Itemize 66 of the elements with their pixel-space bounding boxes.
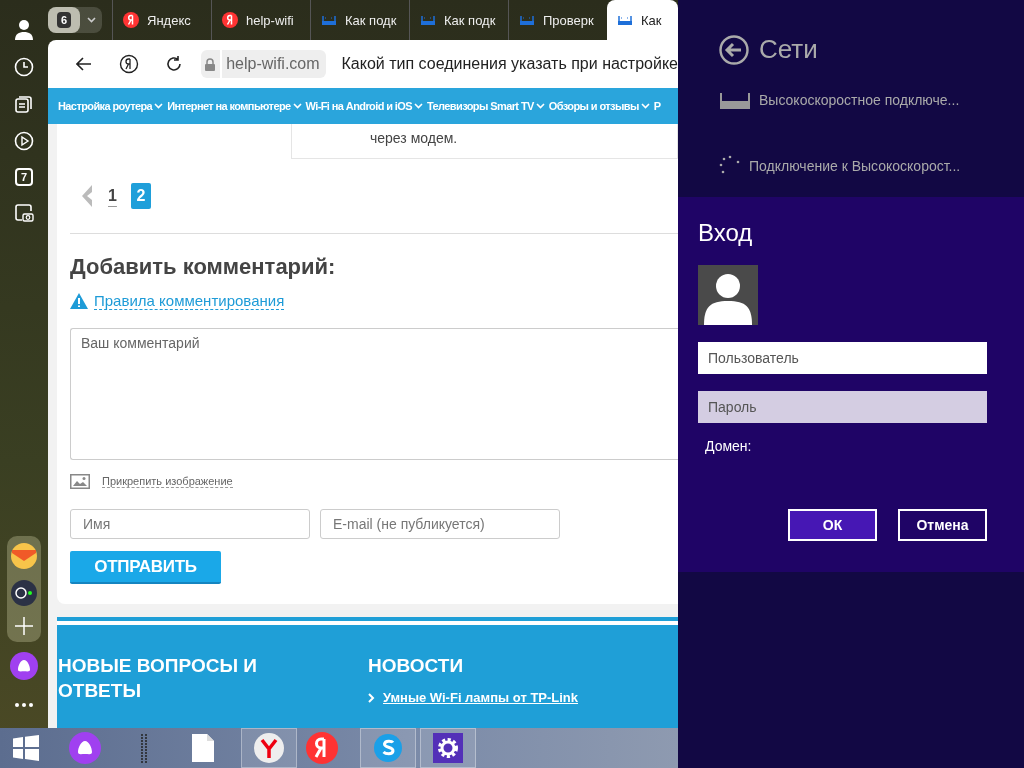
play-icon[interactable] bbox=[14, 131, 34, 151]
username-field[interactable]: Пользователь bbox=[698, 342, 987, 374]
page-link[interactable]: 1 bbox=[108, 187, 117, 205]
chevron-right-icon bbox=[368, 692, 375, 703]
lock-icon[interactable] bbox=[205, 57, 216, 71]
browser-tab[interactable]: Как bbox=[607, 0, 678, 40]
chevron-down-icon bbox=[292, 103, 302, 109]
router-icon bbox=[719, 91, 751, 109]
router-icon bbox=[519, 14, 535, 26]
chevron-down-icon bbox=[86, 17, 96, 23]
chevron-down-icon bbox=[414, 103, 423, 109]
domain-label: Домен: bbox=[705, 438, 753, 454]
skype-icon bbox=[373, 733, 403, 763]
footer-heading: НОВЫЕ ВОПРОСЫ И ОТВЕТЫ bbox=[58, 654, 258, 703]
chevron-down-icon bbox=[535, 103, 545, 109]
alice-icon[interactable] bbox=[10, 652, 38, 680]
back-arrow-icon[interactable] bbox=[76, 57, 93, 71]
windows-logo-icon bbox=[13, 735, 39, 761]
image-icon[interactable] bbox=[70, 474, 90, 489]
taskbar-button[interactable] bbox=[241, 728, 297, 768]
router-icon bbox=[420, 14, 436, 26]
chevron-down-icon bbox=[640, 103, 650, 109]
page-title: Какой тип соединения указать при настройке bbox=[341, 55, 678, 73]
settings-icon bbox=[433, 733, 463, 763]
ok-button[interactable]: ОК bbox=[788, 509, 877, 541]
network-item[interactable]: Подключение к Высокоскорост... bbox=[719, 155, 961, 177]
calendar-icon[interactable]: 7 bbox=[15, 168, 33, 186]
dialog-title: Вход bbox=[698, 219, 754, 247]
yandex-home-icon[interactable] bbox=[119, 54, 140, 74]
plus-icon[interactable] bbox=[14, 616, 34, 636]
warning-icon bbox=[70, 293, 88, 309]
network-item[interactable]: Высокоскоростное подключе... bbox=[719, 91, 960, 109]
name-field[interactable]: Имя bbox=[70, 509, 310, 539]
grip-icon bbox=[140, 733, 148, 763]
cancel-button[interactable]: Отмена bbox=[898, 509, 987, 541]
tab-count-badge[interactable]: 6 bbox=[56, 12, 72, 28]
comment-field[interactable]: Ваш комментарий bbox=[70, 328, 678, 460]
reload-icon[interactable] bbox=[165, 55, 184, 73]
user-avatar-icon bbox=[698, 265, 758, 325]
alice-icon bbox=[69, 732, 101, 764]
email-field[interactable]: E-mail (не публикуется) bbox=[320, 509, 560, 539]
yandex-browser-icon bbox=[254, 733, 284, 763]
form-heading: Добавить комментарий: bbox=[70, 254, 337, 280]
yandex-icon bbox=[306, 732, 338, 764]
camera-lens-icon[interactable] bbox=[10, 579, 38, 607]
screenshot-icon[interactable] bbox=[14, 203, 34, 223]
mail-icon[interactable] bbox=[10, 542, 38, 570]
site-domain[interactable]: help-wifi.com bbox=[222, 50, 326, 78]
attach-image-link[interactable]: Прикрепить изображение bbox=[102, 475, 233, 488]
footer-heading: НОВОСТИ bbox=[368, 654, 465, 678]
panel-title: Сети bbox=[759, 34, 818, 65]
chevron-down-icon bbox=[154, 103, 164, 109]
router-icon bbox=[321, 14, 337, 26]
router-icon bbox=[617, 14, 633, 26]
yandex-logo-icon bbox=[222, 12, 238, 28]
document-icon bbox=[192, 734, 214, 762]
taskbar-button[interactable] bbox=[420, 728, 476, 768]
back-icon[interactable] bbox=[719, 34, 749, 65]
password-field[interactable]: Пароль bbox=[698, 391, 987, 423]
clock-icon[interactable] bbox=[14, 57, 34, 77]
profile-icon[interactable] bbox=[13, 18, 35, 40]
previous-page-icon bbox=[80, 184, 94, 208]
collections-icon[interactable] bbox=[14, 94, 34, 114]
yandex-logo-icon bbox=[123, 12, 139, 28]
more-icon[interactable] bbox=[14, 702, 34, 708]
article-text: через модем. bbox=[370, 130, 458, 146]
